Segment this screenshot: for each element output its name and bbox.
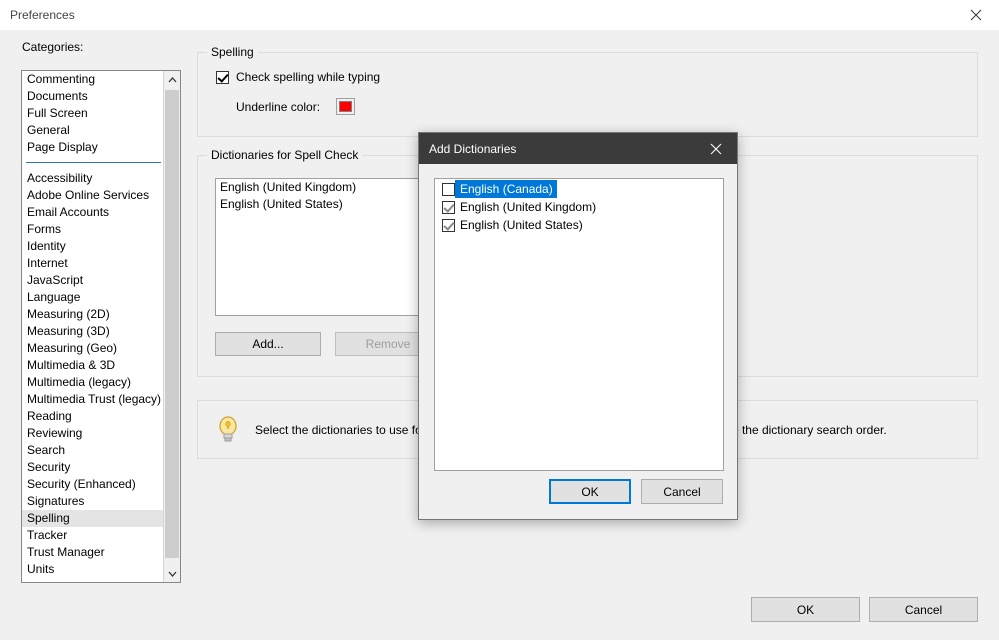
close-icon[interactable] (953, 0, 999, 30)
sidebar-item-reviewing[interactable]: Reviewing (22, 425, 163, 442)
sidebar-item-spelling[interactable]: Spelling (22, 510, 163, 527)
sidebar-item-measuring-geo[interactable]: Measuring (Geo) (22, 340, 163, 357)
sidebar-item-adobe-online-services[interactable]: Adobe Online Services (22, 187, 163, 204)
sidebar-item-units[interactable]: Units (22, 561, 163, 578)
sidebar-item-measuring-3d[interactable]: Measuring (3D) (22, 323, 163, 340)
sidebar-item-multimedia-3d[interactable]: Multimedia & 3D (22, 357, 163, 374)
list-item-label: English (Canada) (455, 180, 557, 198)
checkbox-box-icon (216, 70, 229, 84)
modal-titlebar: Add Dictionaries (419, 133, 737, 164)
sidebar-item-security-enhanced[interactable]: Security (Enhanced) (22, 476, 163, 493)
sidebar-item-reading[interactable]: Reading (22, 408, 163, 425)
sidebar-item-language[interactable]: Language (22, 289, 163, 306)
spelling-group-title: Spelling (207, 45, 258, 59)
close-glyph (710, 143, 722, 154)
close-icon[interactable] (695, 133, 737, 164)
close-glyph (970, 9, 982, 21)
color-swatch-fill (339, 101, 353, 112)
window-title: Preferences (10, 8, 75, 22)
checkbox-box-icon[interactable] (442, 182, 455, 196)
list-item-label: English (United States) (460, 218, 583, 232)
sidebar-item-trust-manager[interactable]: Trust Manager (22, 544, 163, 561)
sidebar-item-general[interactable]: General (22, 122, 163, 139)
sidebar-item-search[interactable]: Search (22, 442, 163, 459)
sidebar-item-internet[interactable]: Internet (22, 255, 163, 272)
checkbox-box-icon[interactable] (442, 200, 455, 214)
check-spelling-while-typing-label: Check spelling while typing (236, 70, 381, 84)
sidebar-item-full-screen[interactable]: Full Screen (22, 105, 163, 122)
modal-ok-button[interactable]: OK (549, 479, 631, 504)
categories-scrollbar-thumb[interactable] (165, 90, 179, 558)
window-titlebar: Preferences (0, 0, 999, 31)
sidebar-item-accessibility[interactable]: Accessibility (22, 170, 163, 187)
sidebar-item-tracker[interactable]: Tracker (22, 527, 163, 544)
check-spelling-while-typing-checkbox[interactable]: Check spelling while typing (216, 70, 380, 84)
sidebar-item-email-accounts[interactable]: Email Accounts (22, 204, 163, 221)
dictionaries-group-title: Dictionaries for Spell Check (207, 148, 363, 162)
modal-dictionaries-list[interactable]: English (Canada) English (United Kingdom)… (434, 178, 724, 471)
sidebar-item-identity[interactable]: Identity (22, 238, 163, 255)
add-button[interactable]: Add... (215, 332, 321, 356)
sidebar-item-multimedia-trust-legacy[interactable]: Multimedia Trust (legacy) (22, 391, 163, 408)
sidebar-item-forms[interactable]: Forms (22, 221, 163, 238)
add-dictionaries-dialog: Add Dictionaries English (Canada) English… (418, 132, 738, 520)
sidebar-item-javascript[interactable]: JavaScript (22, 272, 163, 289)
chevron-down-glyph (168, 571, 176, 577)
underline-color-label: Underline color: (236, 99, 321, 114)
spelling-groupbox: Spelling Check spelling while typing Und… (197, 45, 978, 137)
list-item[interactable]: English (United Kingdom) (435, 198, 723, 216)
checkbox-box-icon[interactable] (442, 218, 455, 232)
categories-scrollbar[interactable] (163, 71, 180, 582)
sidebar-item-security[interactable]: Security (22, 459, 163, 476)
categories-scroll-area: Commenting Documents Full Screen General Pag… (22, 71, 163, 582)
lightbulb-icon (215, 415, 241, 445)
sidebar-item-signatures[interactable]: Signatures (22, 493, 163, 510)
categories-separator (22, 156, 163, 170)
chevron-down-icon[interactable] (164, 565, 180, 582)
underline-color-row: Underline color: (236, 98, 356, 115)
sidebar-item-multimedia-legacy[interactable]: Multimedia (legacy) (22, 374, 163, 391)
sidebar-item-measuring-2d[interactable]: Measuring (2D) (22, 306, 163, 323)
ok-button[interactable]: OK (751, 597, 860, 622)
modal-title: Add Dictionaries (429, 142, 517, 156)
sidebar-item-documents[interactable]: Documents (22, 88, 163, 105)
list-item[interactable]: English (United States) (435, 216, 723, 234)
list-item[interactable]: English (Canada) (435, 180, 723, 198)
modal-cancel-button[interactable]: Cancel (641, 479, 723, 504)
chevron-up-glyph (168, 76, 176, 82)
sidebar-item-page-display[interactable]: Page Display (22, 139, 163, 156)
underline-color-swatch[interactable] (336, 98, 356, 115)
cancel-button[interactable]: Cancel (869, 597, 978, 622)
list-item-label: English (United Kingdom) (460, 200, 597, 214)
categories-label: Categories: (22, 40, 84, 54)
lightbulb-glyph (219, 416, 237, 442)
chevron-up-icon[interactable] (164, 71, 180, 88)
categories-listbox[interactable]: Commenting Documents Full Screen General Pag… (21, 70, 181, 583)
sidebar-item-commenting[interactable]: Commenting (22, 71, 163, 88)
